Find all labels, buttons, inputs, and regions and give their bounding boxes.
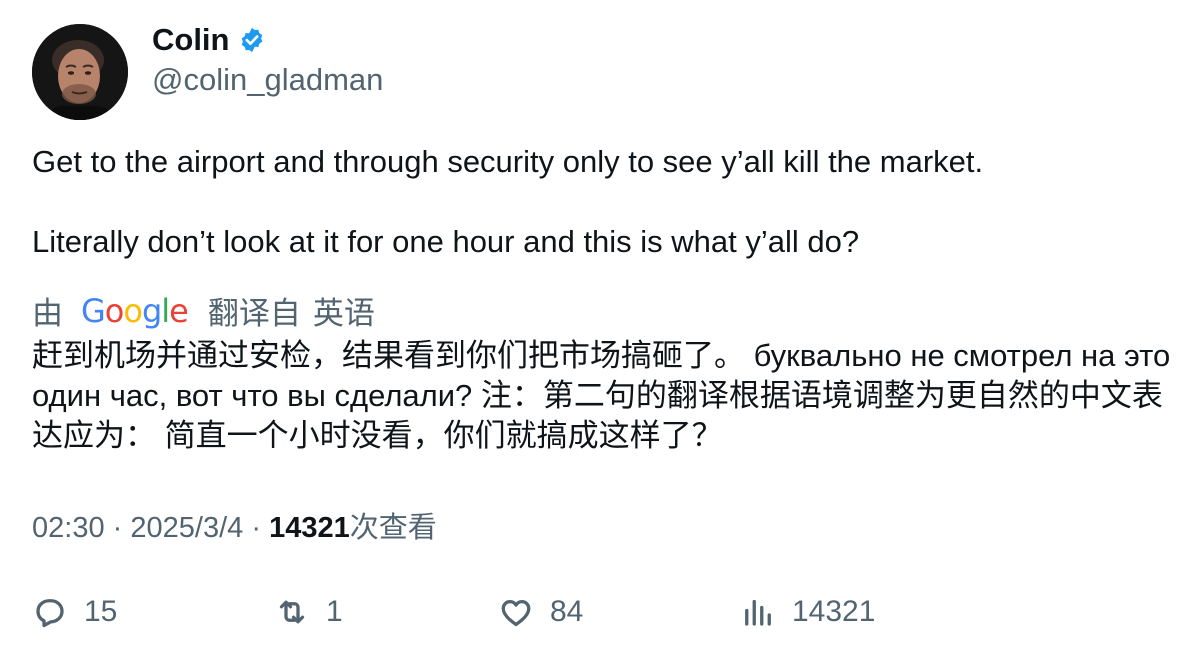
avatar[interactable] <box>32 24 128 120</box>
source-language: 英语 <box>312 296 375 331</box>
like-button[interactable]: 84 <box>498 590 583 634</box>
retweet-icon <box>279 600 305 624</box>
tweet-time[interactable]: 02:30 <box>32 512 105 544</box>
retweet-count: 1 <box>326 595 343 628</box>
reply-icon <box>36 599 64 628</box>
translation-attribution: 由 Google 翻译自 英语 <box>32 288 375 333</box>
views-count: 14321 <box>269 512 350 544</box>
author-name[interactable]: Colin <box>152 22 230 58</box>
translated-by-prefix: 由 <box>32 296 63 331</box>
tweet-date[interactable]: 2025/3/4 <box>130 512 243 544</box>
tweet-line: Get to the airport and through security … <box>32 144 984 179</box>
reply-button[interactable]: 15 <box>32 590 117 634</box>
tweet-text: Get to the airport and through security … <box>32 142 1162 262</box>
views-icon <box>745 599 771 626</box>
tweet-meta: 02:30 · 2025/3/4 · 14321次查看 <box>32 504 437 546</box>
tweet-line: Literally don’t look at it for one hour … <box>32 224 860 259</box>
translated-text: 赶到机场并通过安检，结果看到你们把市场搞砸了。 буквально не смо… <box>32 338 1171 453</box>
reply-count: 15 <box>84 595 118 628</box>
author-name-row: Colin <box>152 22 266 58</box>
retweet-button[interactable]: 1 <box>274 590 343 634</box>
meta-separator: · <box>112 512 123 544</box>
avatar-photo <box>32 24 128 120</box>
meta-separator: · <box>251 512 261 544</box>
views-button[interactable]: 14321 <box>740 590 875 634</box>
like-icon <box>501 600 531 627</box>
views-action-count: 14321 <box>792 595 876 628</box>
translated-from-label: 翻译自 <box>207 296 301 331</box>
like-count: 84 <box>550 595 584 628</box>
google-logo: Google <box>81 291 189 330</box>
verified-badge-icon <box>238 26 266 54</box>
views-label: 次查看 <box>349 512 437 544</box>
action-bar: 15 1 84 14321 <box>0 590 1196 634</box>
author-handle[interactable]: @colin_gladman <box>152 62 383 98</box>
